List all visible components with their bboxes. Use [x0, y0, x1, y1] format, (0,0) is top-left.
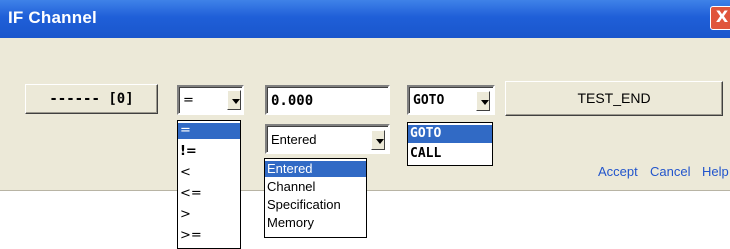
target-button[interactable]: TEST_END	[505, 81, 723, 116]
source-select-value: Entered	[271, 132, 317, 147]
operator-option[interactable]: <=	[178, 186, 240, 202]
cancel-link[interactable]: Cancel	[650, 164, 690, 179]
operator-dropdown-button[interactable]	[227, 90, 241, 110]
action-select[interactable]: GOTO	[407, 85, 495, 115]
channel-button[interactable]: ------ [0]	[25, 84, 158, 114]
target-button-label: TEST_END	[577, 90, 651, 106]
close-icon: X	[715, 7, 729, 26]
operator-select-value: =	[183, 93, 194, 108]
operator-select[interactable]: =	[177, 85, 244, 115]
source-option[interactable]: Entered	[265, 161, 366, 177]
operator-option[interactable]: <	[178, 165, 240, 181]
accept-link[interactable]: Accept	[598, 164, 638, 179]
source-option[interactable]: Specification	[265, 197, 366, 213]
source-option[interactable]: Memory	[265, 215, 366, 231]
operator-dropdown-list: = != < <= > >=	[177, 120, 241, 249]
source-dropdown-list: Entered Channel Specification Memory	[264, 158, 367, 238]
action-dropdown-button[interactable]	[476, 91, 490, 111]
source-select[interactable]: Entered	[265, 124, 390, 154]
operator-option[interactable]: >=	[178, 228, 240, 244]
operator-option[interactable]: !=	[178, 144, 240, 160]
help-link[interactable]: Help	[702, 164, 729, 179]
operator-option[interactable]: >	[178, 207, 240, 223]
action-dropdown-list: GOTO CALL	[407, 122, 493, 166]
source-dropdown-button[interactable]	[371, 130, 385, 150]
operator-option[interactable]: =	[178, 123, 240, 139]
window-title: IF Channel	[8, 8, 97, 27]
action-option[interactable]: GOTO	[408, 125, 492, 143]
channel-button-label: ------ [0]	[49, 91, 134, 107]
value-input-text: 0.000	[271, 93, 314, 109]
source-option[interactable]: Channel	[265, 179, 366, 195]
title-bar[interactable]: IF Channel X	[0, 0, 730, 38]
action-select-value: GOTO	[413, 93, 445, 108]
value-input[interactable]: 0.000	[265, 85, 390, 115]
close-button[interactable]: X	[710, 6, 730, 30]
action-option[interactable]: CALL	[408, 145, 492, 163]
